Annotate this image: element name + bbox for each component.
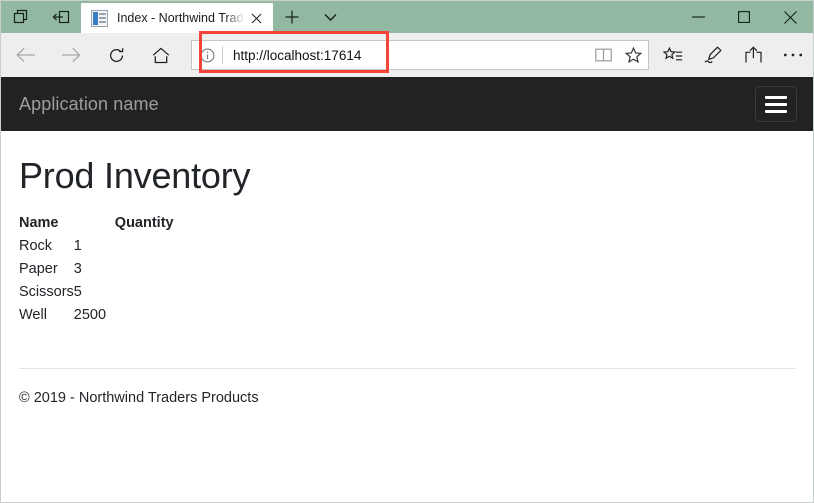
page-favicon	[91, 9, 108, 27]
favorite-star-icon[interactable]	[618, 41, 648, 69]
table-head: Name Quantity	[19, 212, 174, 235]
inventory-table: Name Quantity Rock 1 Paper 3 Scissors 5 …	[19, 212, 174, 327]
favorites-list-icon[interactable]	[653, 36, 693, 74]
table-row: Rock 1	[19, 235, 174, 258]
browser-navigation-bar: http://localhost:17614	[1, 33, 813, 77]
footer-copyright: © 2019 - Northwind Traders Products	[19, 390, 259, 407]
tab-menu-chevron-down-icon[interactable]	[311, 1, 349, 33]
cell-name: Rock	[19, 238, 53, 255]
share-icon[interactable]	[733, 36, 773, 74]
tab-strip: Index - Northwind Trad	[81, 1, 349, 33]
site-navbar: Application name	[1, 77, 813, 131]
web-page: Application name Prod Inventory Name Qua…	[1, 77, 813, 502]
cell-quantity: 1	[73, 238, 82, 255]
address-bar-url[interactable]: http://localhost:17614	[233, 48, 588, 63]
cell-quantity: 5	[73, 284, 82, 301]
browser-window: Index - Northwind Trad http://localhost:…	[0, 0, 814, 503]
footer-divider	[19, 368, 795, 370]
table-row: Well 2500	[19, 304, 174, 327]
column-header-name: Name	[19, 215, 59, 232]
hamburger-bar	[765, 109, 787, 113]
reading-view-icon[interactable]	[588, 41, 618, 69]
hamburger-bar	[765, 95, 787, 99]
web-notes-pen-icon[interactable]	[693, 36, 733, 74]
hamburger-icon[interactable]	[755, 86, 797, 122]
site-info-icon[interactable]	[192, 41, 222, 69]
browser-titlebar: Index - Northwind Trad	[1, 1, 813, 33]
settings-ellipsis-icon[interactable]	[773, 36, 813, 74]
cell-name: Well	[19, 307, 47, 324]
site-brand[interactable]: Application name	[19, 94, 159, 115]
table-body: Rock 1 Paper 3 Scissors 5 Well 2500	[19, 235, 174, 327]
table-header-row: Name Quantity	[19, 212, 174, 235]
refresh-icon[interactable]	[96, 36, 136, 74]
address-bar[interactable]: http://localhost:17614	[191, 40, 649, 70]
tab-title: Index - Northwind Trad	[117, 11, 244, 25]
hamburger-bar	[765, 102, 787, 106]
maximize-icon[interactable]	[721, 1, 767, 33]
home-icon[interactable]	[141, 36, 181, 74]
back-arrow-icon[interactable]	[6, 36, 46, 74]
page-content: Prod Inventory Name Quantity Rock 1 Pape…	[1, 155, 813, 406]
minimize-icon[interactable]	[675, 1, 721, 33]
browser-tab[interactable]: Index - Northwind Trad	[81, 3, 273, 33]
cell-name: Paper	[19, 261, 58, 278]
new-tab-button[interactable]	[273, 1, 311, 33]
cell-name: Scissors	[19, 284, 74, 301]
column-header-quantity: Quantity	[114, 215, 174, 232]
tab-close-icon[interactable]	[245, 7, 267, 29]
close-icon[interactable]	[767, 1, 813, 33]
window-controls	[675, 1, 813, 33]
table-row: Paper 3	[19, 258, 174, 281]
table-row: Scissors 5	[19, 281, 174, 304]
page-title: Prod Inventory	[19, 155, 251, 196]
tab-preview-icon[interactable]	[1, 1, 41, 33]
cell-quantity: 3	[73, 261, 82, 278]
cell-quantity: 2500	[73, 307, 107, 324]
set-tabs-aside-icon[interactable]	[41, 1, 81, 33]
forward-arrow-icon[interactable]	[51, 36, 91, 74]
address-bar-divider	[222, 46, 223, 64]
